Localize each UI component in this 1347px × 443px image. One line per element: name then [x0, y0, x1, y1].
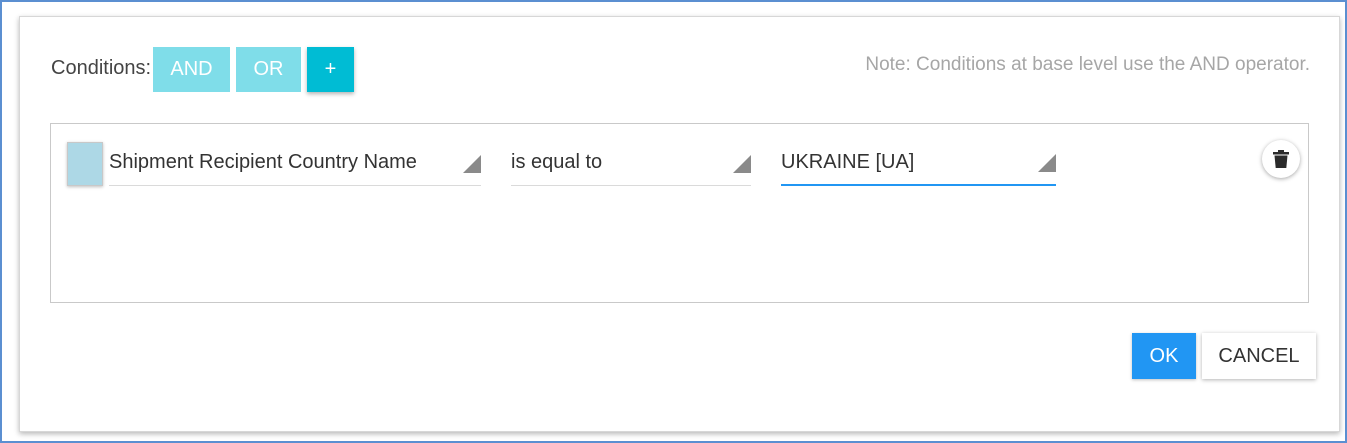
operator-note: Note: Conditions at base level use the A…	[865, 54, 1310, 75]
value-select[interactable]: UKRAINE [UA]	[781, 142, 1056, 186]
field-select[interactable]: Shipment Recipient Country Name	[109, 142, 481, 186]
ok-button[interactable]: OK	[1132, 333, 1196, 379]
conditions-label: Conditions:	[51, 57, 152, 79]
value-select-value: UKRAINE [UA]	[781, 151, 915, 173]
delete-rule-button[interactable]	[1262, 140, 1300, 178]
trash-icon	[1273, 150, 1289, 168]
dropdown-arrow-icon	[1038, 154, 1056, 172]
rule-checkbox[interactable]	[67, 142, 103, 186]
field-select-value: Shipment Recipient Country Name	[109, 151, 417, 173]
query-builder-dialog: Conditions: AND OR + Note: Conditions at…	[19, 16, 1340, 432]
add-condition-button[interactable]: +	[307, 47, 354, 92]
dropdown-arrow-icon	[463, 155, 481, 173]
or-button[interactable]: OR	[236, 47, 301, 92]
operator-select[interactable]: is equal to	[511, 142, 751, 186]
rule-container: Shipment Recipient Country Name is equal…	[50, 123, 1309, 303]
operator-select-value: is equal to	[511, 151, 603, 173]
dropdown-arrow-icon	[733, 155, 751, 173]
and-button[interactable]: AND	[153, 47, 230, 92]
window-frame: Conditions: AND OR + Note: Conditions at…	[0, 0, 1347, 443]
cancel-button[interactable]: CANCEL	[1202, 333, 1316, 379]
